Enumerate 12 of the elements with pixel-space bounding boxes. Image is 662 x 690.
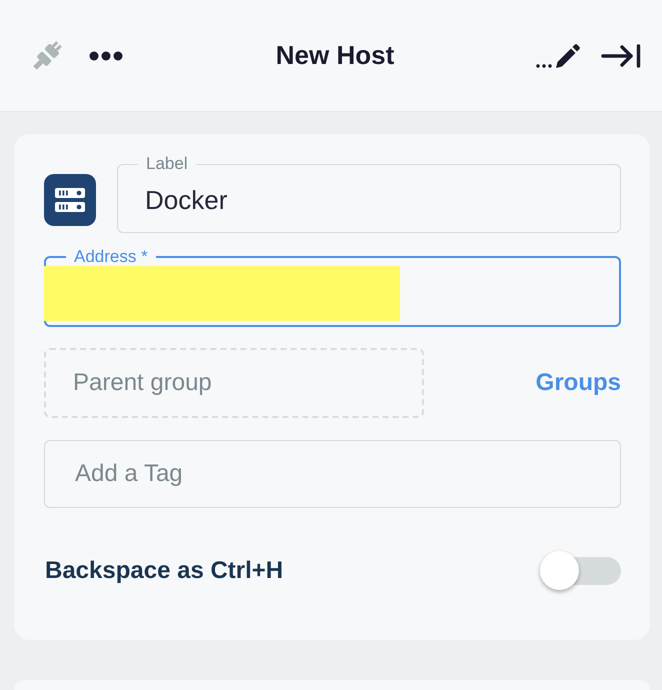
label-field[interactable]: Label Docker <box>117 155 621 233</box>
toggle-switch[interactable] <box>540 551 621 591</box>
window-title: New Host <box>276 40 394 71</box>
server-icon <box>44 174 96 226</box>
groups-link[interactable]: Groups <box>536 369 621 397</box>
tag-field[interactable]: Add a Tag <box>44 440 621 508</box>
edit-icon[interactable] <box>536 44 582 68</box>
arrow-to-line-icon[interactable] <box>601 44 641 68</box>
more-icon[interactable] <box>89 50 123 60</box>
address-field[interactable]: Address * <box>44 248 621 327</box>
toggle-label: Backspace as Ctrl+H <box>44 557 284 585</box>
parent-group-field[interactable]: Parent group <box>44 348 424 418</box>
